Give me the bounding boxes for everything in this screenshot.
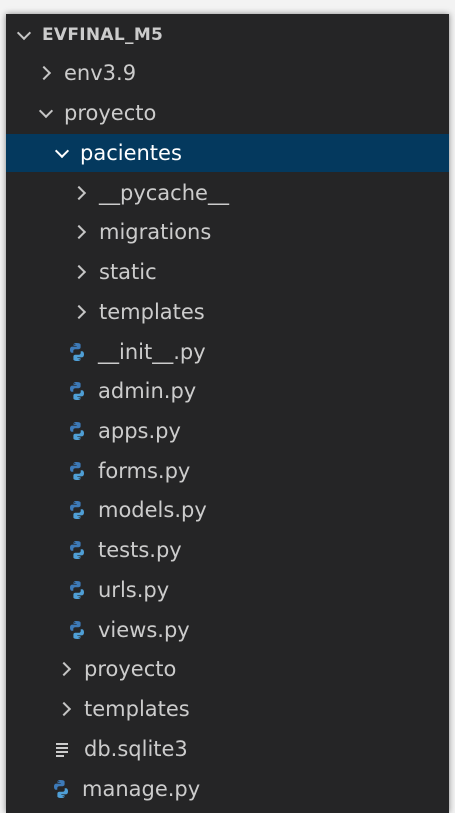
tree-item-label: urls.py [98, 578, 170, 602]
tree-item-label: static [99, 260, 157, 284]
tree-file-manage-py[interactable]: manage.py [6, 770, 449, 808]
tree-file-forms-py[interactable]: forms.py [6, 452, 449, 490]
tree-item-label: migrations [99, 220, 212, 244]
database-file-icon [56, 743, 68, 757]
python-file-icon [70, 621, 84, 639]
tree-folder-proyecto[interactable]: proyecto [6, 94, 449, 132]
tree-item-label: pacientes [80, 141, 182, 165]
tree-folder-proyecto-inner[interactable]: proyecto [6, 650, 449, 688]
tree-item-label: templates [84, 697, 190, 721]
tree-item-label: db.sqlite3 [84, 737, 188, 761]
tree-item-label: models.py [98, 498, 207, 522]
tree-item-label: __init__.py [98, 340, 206, 364]
tree-folder-templates[interactable]: templates [6, 293, 449, 331]
chevron-right-icon [54, 697, 76, 721]
python-file-icon [70, 422, 84, 440]
chevron-down-icon [34, 101, 56, 125]
chevron-right-icon [34, 61, 56, 85]
tree-item-label: proyecto [64, 101, 157, 125]
chevron-right-icon [69, 260, 91, 284]
chevron-right-icon [54, 657, 76, 681]
tree-item-label: views.py [98, 618, 190, 642]
tree-file-tests-py[interactable]: tests.py [6, 531, 449, 569]
chevron-down-icon [50, 141, 72, 165]
tree-item-label: __pycache__ [99, 181, 229, 205]
tree-item-label: tests.py [98, 538, 182, 562]
tree-item-label: env3.9 [64, 61, 137, 85]
python-file-icon [70, 382, 84, 400]
tree-folder-env3-9[interactable]: env3.9 [6, 54, 449, 92]
tree-item-label: templates [99, 300, 205, 324]
tree-folder-migrations[interactable]: migrations [6, 213, 449, 251]
tree-file-init-py[interactable]: __init__.py [6, 333, 449, 371]
python-file-icon [70, 541, 84, 559]
tree-item-label: apps.py [98, 419, 181, 443]
tree-item-label: manage.py [82, 777, 201, 801]
chevron-right-icon [69, 300, 91, 324]
tree-folder-pacientes[interactable]: pacientes [6, 134, 449, 172]
tree-file-models-py[interactable]: models.py [6, 491, 449, 529]
chevron-right-icon [69, 220, 91, 244]
python-file-icon [70, 343, 84, 361]
python-file-icon [70, 462, 84, 480]
tree-folder-static[interactable]: static [6, 253, 449, 291]
tree-file-admin-py[interactable]: admin.py [6, 372, 449, 410]
tree-folder-templates-root[interactable]: templates [6, 690, 449, 728]
chevron-down-icon [12, 23, 34, 47]
python-file-icon [70, 581, 84, 599]
explorer-panel: EVFINAL_M5 env3.9 proyecto pacientes __p… [6, 14, 449, 813]
tree-folder-pycache[interactable]: __pycache__ [6, 174, 449, 212]
window-frame: EVFINAL_M5 env3.9 proyecto pacientes __p… [0, 0, 455, 813]
explorer-root-folder[interactable]: EVFINAL_M5 [6, 16, 449, 54]
chevron-right-icon [69, 181, 91, 205]
explorer-root-label: EVFINAL_M5 [42, 25, 164, 45]
tree-file-views-py[interactable]: views.py [6, 611, 449, 649]
python-file-icon [70, 501, 84, 519]
tree-item-label: forms.py [98, 459, 191, 483]
python-file-icon [54, 780, 68, 798]
tree-file-apps-py[interactable]: apps.py [6, 412, 449, 450]
tree-file-db-sqlite3[interactable]: db.sqlite3 [6, 730, 449, 768]
tree-item-label: proyecto [84, 657, 177, 681]
tree-item-label: admin.py [98, 379, 197, 403]
tree-file-urls-py[interactable]: urls.py [6, 571, 449, 609]
